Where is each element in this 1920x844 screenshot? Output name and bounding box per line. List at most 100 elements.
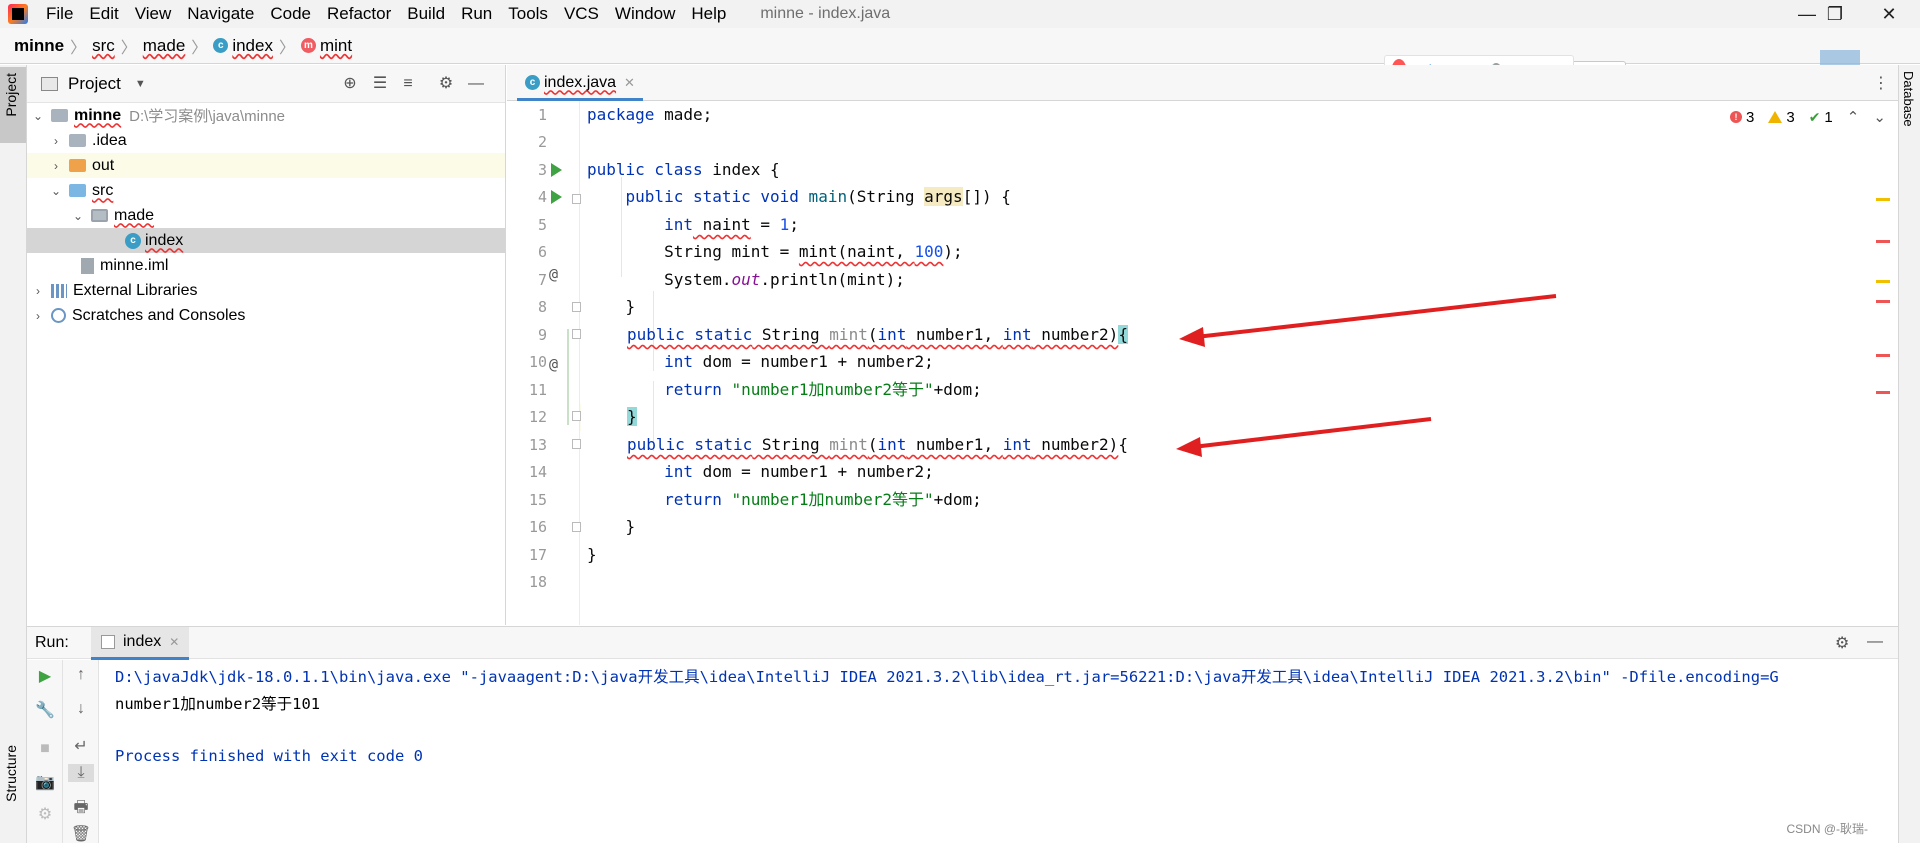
menu-build[interactable]: Build [399, 0, 453, 28]
camera-icon[interactable]: 📷 [27, 772, 63, 792]
project-view-title[interactable]: Project [68, 74, 121, 94]
breadcrumb-separator: 〉 [120, 39, 137, 57]
arrow-up-icon[interactable]: ↑ [63, 666, 99, 684]
tree-item-external-libraries[interactable]: › External Libraries [27, 278, 505, 303]
tree-item-out[interactable]: › out [27, 153, 505, 178]
tree-item-scratches[interactable]: › Scratches and Consoles [27, 303, 505, 328]
line-number: 14 [528, 463, 547, 481]
fold-marker-icon[interactable] [572, 439, 581, 449]
structure-tool-tab[interactable]: Structure [0, 745, 26, 835]
error-mark[interactable] [1876, 300, 1890, 303]
clear-icon[interactable]: 🗑 [63, 824, 99, 844]
console-output[interactable]: D:\javaJdk\jdk-18.0.1.1\bin\java.exe "-j… [100, 660, 1898, 843]
collapse-all-icon[interactable]: ≡ [399, 75, 417, 93]
settings-gear-icon[interactable]: ⚙ [1835, 633, 1849, 653]
fold-marker-icon[interactable] [572, 329, 581, 339]
menu-help[interactable]: Help [683, 0, 734, 28]
error-stripe[interactable] [1876, 101, 1890, 625]
print-icon[interactable]: 🖶 [63, 796, 99, 823]
error-mark[interactable] [1876, 354, 1890, 357]
class-icon: c [125, 232, 141, 249]
settings-gear-icon[interactable]: ⚙ [437, 75, 455, 93]
tree-item-minne-iml[interactable]: minne.iml [27, 253, 505, 278]
breadcrumb-made[interactable]: made [143, 36, 186, 56]
fold-marker-icon[interactable] [572, 194, 581, 204]
database-tool-tab[interactable]: Database [1901, 71, 1919, 171]
menu-refactor[interactable]: Refactor [319, 0, 399, 28]
fold-marker-icon[interactable] [572, 411, 581, 421]
run-tab-index[interactable]: index ✕ [91, 627, 190, 660]
chevron-right-icon: › [54, 133, 58, 148]
menu-tools[interactable]: Tools [500, 0, 556, 28]
settings-icon[interactable]: ⚙ [27, 804, 63, 824]
line-number: 8 [537, 298, 547, 316]
close-window-icon[interactable]: ✕ [1866, 0, 1912, 28]
editor-tab-bar: c index.java ✕ ⋮ [507, 65, 1898, 101]
override-marker-icon[interactable]: @ [549, 265, 558, 283]
annotation-arrow-2 [1176, 417, 1432, 457]
editor-tab-index-java[interactable]: c index.java ✕ [517, 67, 643, 101]
chevron-right-icon: › [36, 308, 40, 323]
line-number: 1 [537, 106, 547, 124]
breadcrumb-mint[interactable]: m mint [300, 36, 352, 56]
line-number: 6 [537, 243, 547, 261]
soft-wrap-icon[interactable]: ↵ [63, 736, 99, 756]
run-main-icon[interactable] [551, 190, 562, 204]
stop-icon[interactable]: ■ [27, 740, 63, 758]
breadcrumb-src[interactable]: src [92, 36, 115, 56]
breadcrumb-project[interactable]: minne [14, 36, 64, 56]
chevron-down-icon[interactable]: ▼ [135, 78, 146, 90]
inspections-widget[interactable]: ! 3 3 ✔ 1 ⌃ ⌄ [1730, 108, 1886, 126]
warning-mark[interactable] [1876, 280, 1890, 283]
error-mark[interactable] [1876, 391, 1890, 394]
hide-panel-icon[interactable]: — [1867, 633, 1883, 651]
more-options-icon[interactable]: ⋮ [1873, 73, 1889, 93]
chevron-right-icon: › [54, 158, 58, 173]
rerun-icon[interactable]: ▶ [27, 666, 63, 686]
tree-item-idea[interactable]: › .idea [27, 128, 505, 153]
run-class-icon[interactable] [551, 163, 562, 177]
menu-vcs[interactable]: VCS [556, 0, 607, 28]
tree-item-minne[interactable]: ⌄ minne D:\学习案例\java\minne [27, 103, 505, 128]
breadcrumb-index[interactable]: c index [213, 36, 273, 56]
menu-view[interactable]: View [127, 0, 180, 28]
code-editor[interactable]: package made; public class index { publi… [581, 101, 1890, 625]
warning-count[interactable]: 3 [1768, 109, 1795, 126]
chevron-down-icon: ⌄ [72, 208, 84, 223]
menu-window[interactable]: Window [607, 0, 683, 28]
annotation-arrow-1 [1179, 294, 1557, 347]
restore-icon[interactable]: ❐ [1810, 0, 1860, 28]
run-panel-header: Run: index ✕ ⚙ — [27, 626, 1898, 660]
fold-marker-icon[interactable] [572, 302, 581, 312]
ok-count[interactable]: ✔ 1 [1809, 109, 1833, 126]
override-marker-icon[interactable]: @ [549, 355, 558, 373]
console-line: D:\javaJdk\jdk-18.0.1.1\bin\java.exe "-j… [115, 668, 1779, 686]
warning-mark[interactable] [1876, 198, 1890, 201]
hide-panel-icon[interactable]: — [467, 75, 485, 93]
scroll-to-end-icon[interactable]: ⤓ [68, 764, 94, 782]
line-number: 16 [528, 518, 547, 536]
error-mark[interactable] [1876, 240, 1890, 243]
tree-item-src[interactable]: ⌄ src [27, 178, 505, 203]
close-tab-icon[interactable]: ✕ [624, 75, 635, 91]
edit-config-wrench-icon[interactable]: 🔧 [27, 700, 63, 720]
menu-edit[interactable]: Edit [81, 0, 126, 28]
tree-item-made[interactable]: ⌄ made [27, 203, 505, 228]
error-count[interactable]: ! 3 [1730, 109, 1754, 126]
menu-code[interactable]: Code [262, 0, 319, 28]
package-icon [91, 209, 108, 222]
menu-run[interactable]: Run [453, 0, 500, 28]
project-tool-tab[interactable]: Project [0, 67, 26, 143]
line-number: 12 [528, 408, 547, 426]
menu-navigate[interactable]: Navigate [179, 0, 262, 28]
arrow-down-icon[interactable]: ↓ [63, 700, 99, 718]
project-view-icon [41, 76, 58, 91]
expand-all-icon[interactable]: ☰ [371, 75, 389, 93]
tree-item-index[interactable]: c index [27, 228, 505, 253]
locate-icon[interactable]: ⊕ [341, 75, 359, 93]
close-tab-icon[interactable]: ✕ [169, 635, 179, 649]
watermark: CSDN @-耿瑞- [1786, 822, 1868, 836]
previous-highlight-icon[interactable]: ⌃ [1847, 108, 1860, 126]
menu-file[interactable]: File [38, 0, 81, 28]
fold-marker-icon[interactable] [572, 522, 581, 532]
